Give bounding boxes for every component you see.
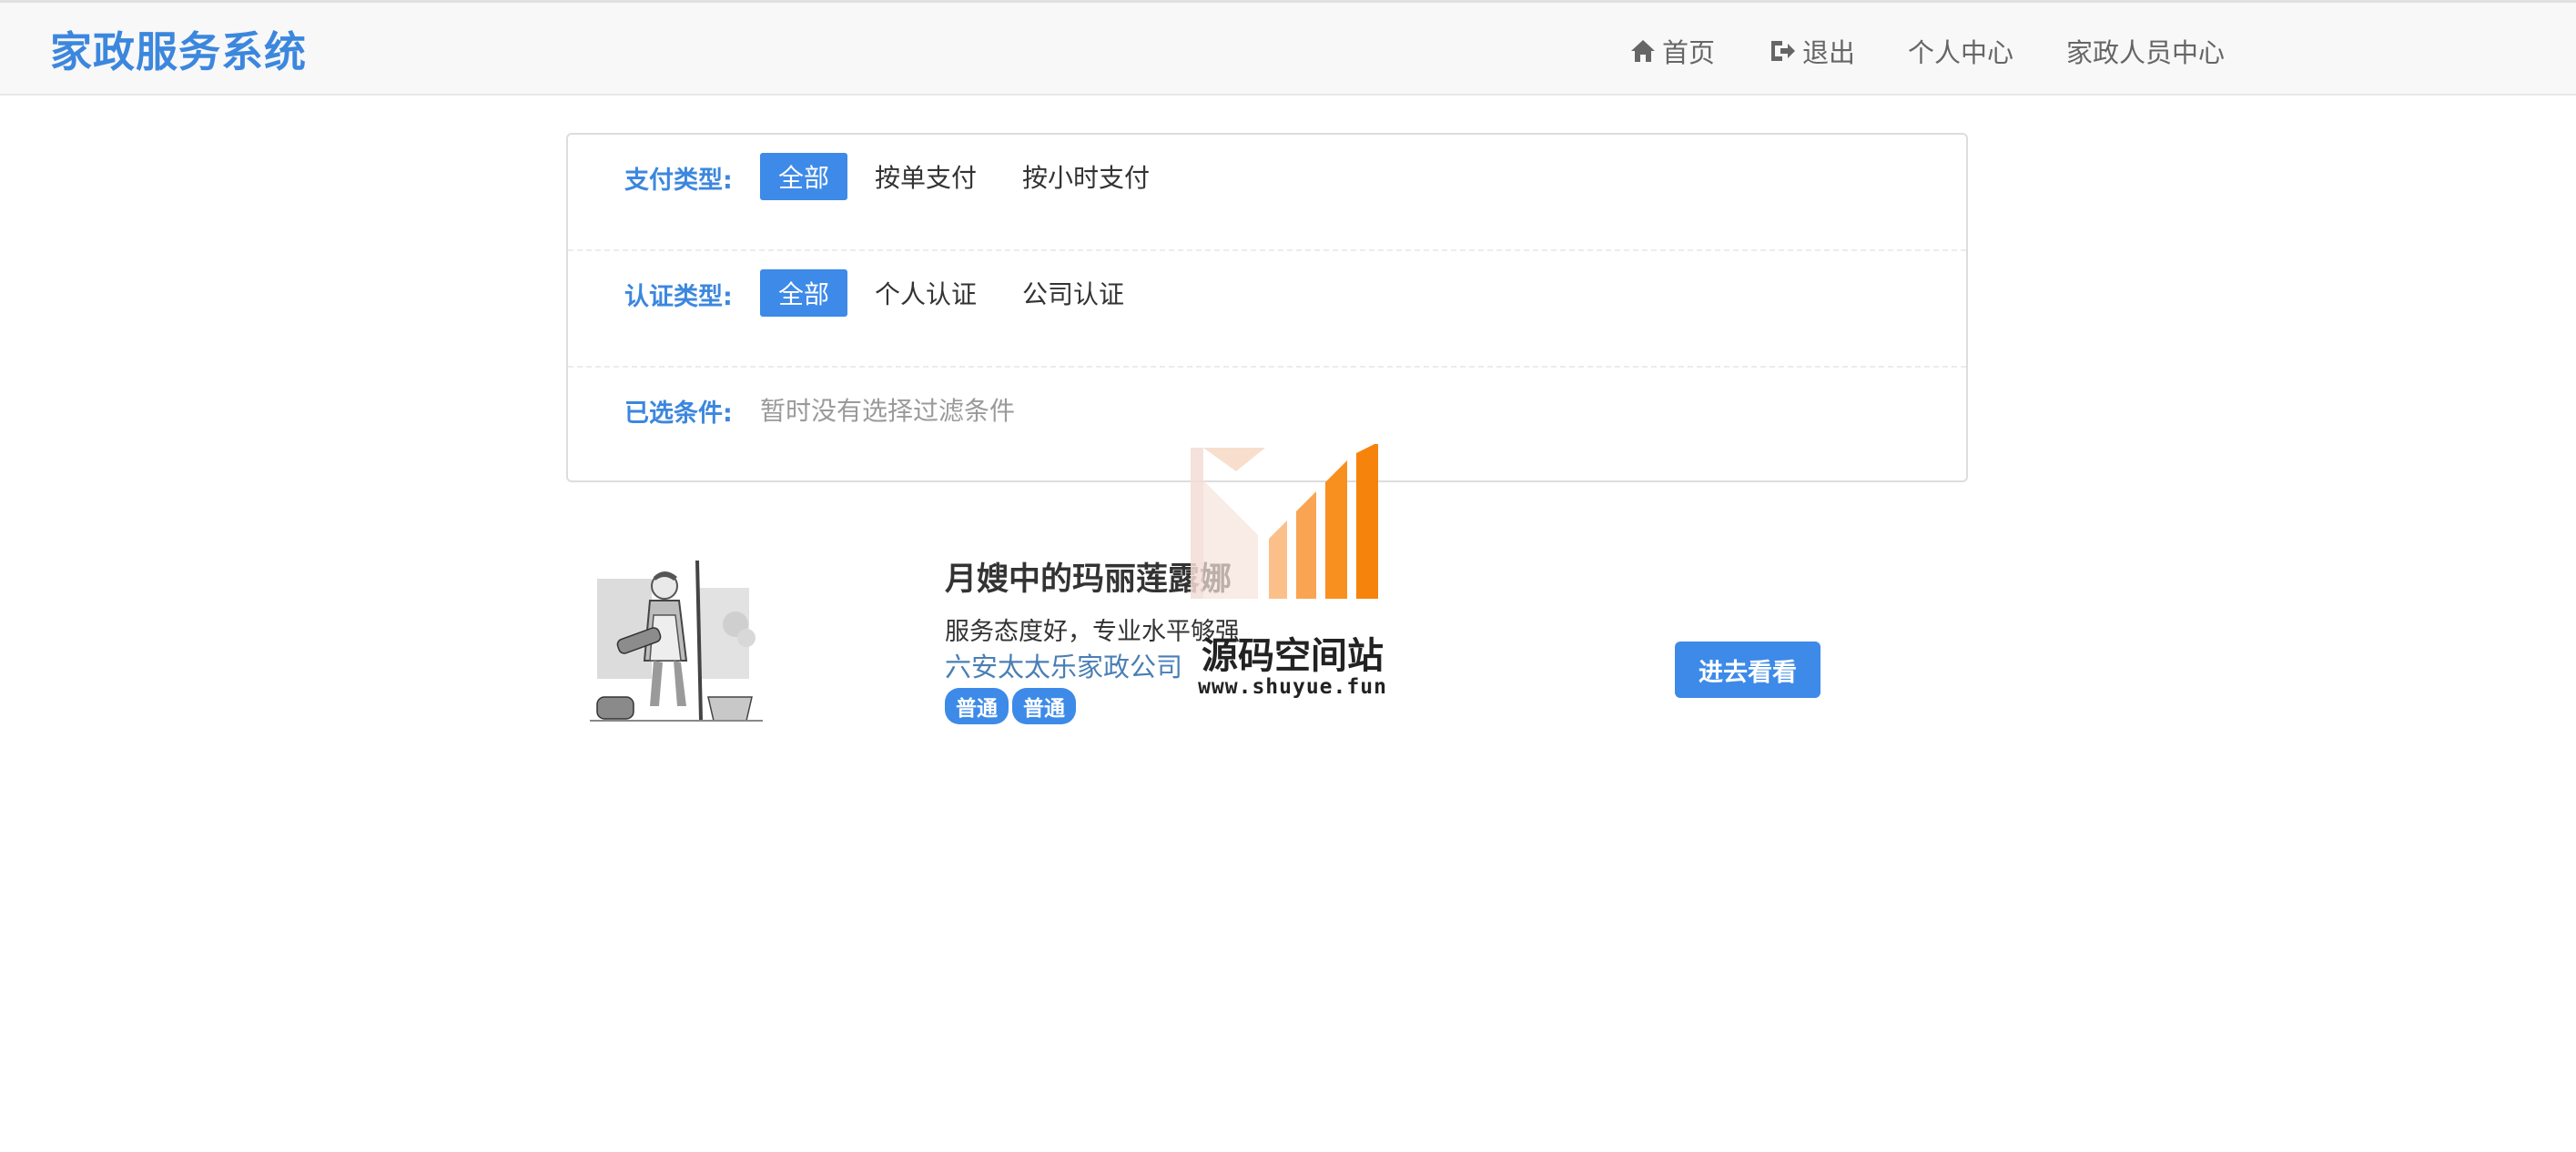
- home-icon: [1631, 39, 1655, 62]
- cert-type-option-company[interactable]: 公司认证: [1004, 269, 1142, 317]
- nav-personal-center-label: 个人中心: [1908, 36, 2014, 68]
- pay-type-option-per-order[interactable]: 按单支付: [857, 153, 995, 200]
- main-nav: 首页 退出 个人中心 家政人员中心: [1629, 3, 2277, 98]
- app-brand[interactable]: 家政服务系统: [50, 19, 307, 79]
- cert-type-label: 认证类型:: [624, 283, 733, 311]
- watermark-title: 源码空间站: [1202, 635, 1384, 677]
- listing-tag: 普通: [1012, 688, 1076, 724]
- pay-type-label: 支付类型:: [624, 167, 733, 195]
- cert-type-options: 全部 个人认证 公司认证: [760, 269, 1151, 317]
- nav-personal-center[interactable]: 个人中心: [1908, 32, 2013, 70]
- listing-tag: 普通: [945, 688, 1009, 724]
- selected-conditions-empty-text: 暂时没有选择过滤条件: [760, 396, 1016, 426]
- nav-logout-label: 退出: [1802, 36, 1856, 68]
- watermark-logo-icon: [1191, 444, 1378, 599]
- cert-type-option-personal[interactable]: 个人认证: [857, 269, 995, 317]
- filter-panel: 支付类型: 全部 按单支付 按小时支付 认证类型: 全部 个人认证 公司认证 已…: [566, 133, 1968, 482]
- housekeeper-illustration[interactable]: [590, 561, 763, 724]
- pay-type-option-all[interactable]: 全部: [760, 153, 848, 200]
- nav-staff-center[interactable]: 家政人员中心: [2066, 32, 2225, 70]
- listing-company-link[interactable]: 六安太太乐家政公司: [945, 646, 1182, 684]
- cert-type-option-all[interactable]: 全部: [760, 269, 848, 317]
- top-navbar: 家政服务系统 首页 退出 个人中心 家政人员中心: [0, 0, 2576, 96]
- listing-tags: 普通 普通: [945, 688, 1080, 724]
- nav-staff-center-label: 家政人员中心: [2066, 36, 2226, 68]
- selected-conditions-label: 已选条件:: [624, 399, 733, 428]
- pay-type-options: 全部 按单支付 按小时支付: [760, 153, 1177, 200]
- watermark-url: www.shuyue.fun: [1198, 675, 1387, 699]
- cert-type-filter-row: 认证类型: 全部 个人认证 公司认证: [568, 251, 1966, 368]
- watermark: 源码空间站 www.shuyue.fun: [1183, 444, 1402, 708]
- nav-home-label: 首页: [1662, 36, 1716, 68]
- pay-type-option-per-hour[interactable]: 按小时支付: [1004, 153, 1168, 200]
- pay-type-filter-row: 支付类型: 全部 按单支付 按小时支付: [568, 135, 1966, 251]
- sign-out-icon: [1771, 40, 1796, 61]
- view-details-button[interactable]: 进去看看: [1675, 642, 1820, 698]
- nav-home[interactable]: 首页: [1629, 32, 1715, 70]
- nav-logout[interactable]: 退出: [1768, 32, 1855, 70]
